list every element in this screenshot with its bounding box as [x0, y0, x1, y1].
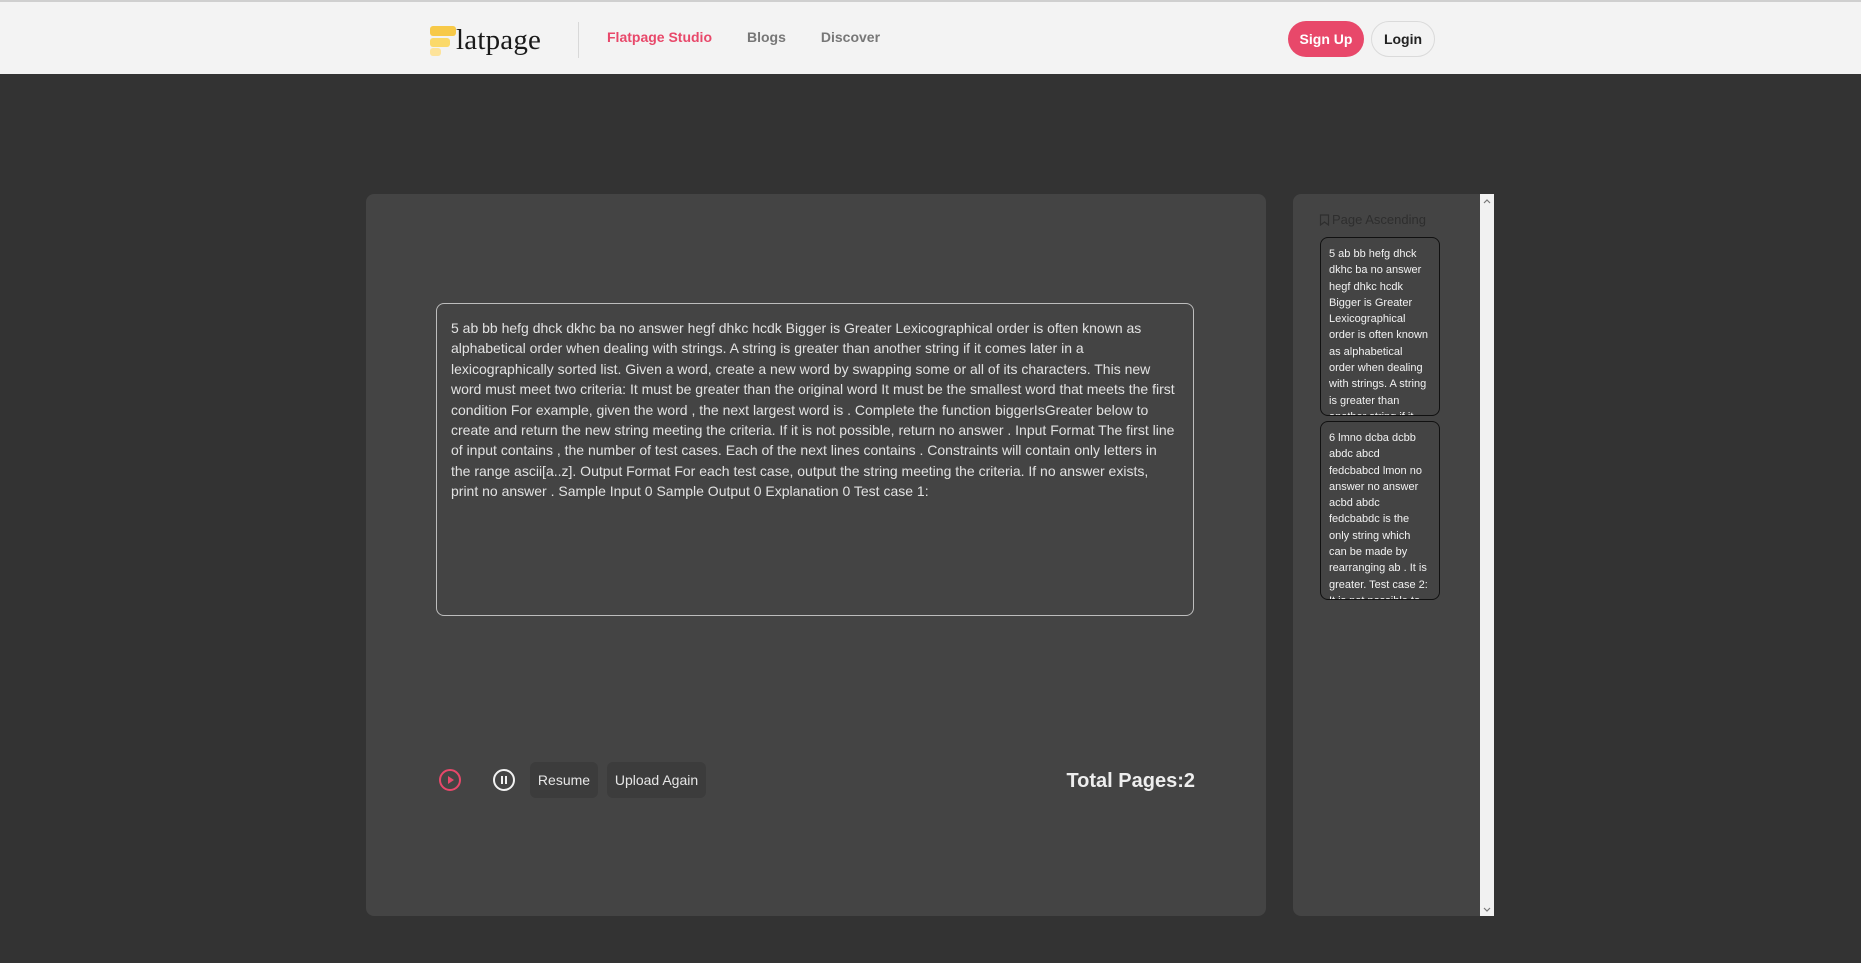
bookmark-icon — [1319, 213, 1330, 226]
login-button[interactable]: Login — [1371, 21, 1435, 57]
sort-label: Page Ascending — [1332, 212, 1426, 227]
pause-circle-icon — [493, 769, 515, 791]
nav-item-blogs[interactable]: Blogs — [747, 29, 786, 45]
sidebar-scrollbar[interactable] — [1480, 194, 1494, 916]
logo[interactable]: latpage — [428, 22, 541, 58]
sort-toggle[interactable]: Page Ascending — [1319, 212, 1426, 227]
scroll-up-icon[interactable] — [1480, 194, 1494, 208]
pause-button[interactable] — [486, 762, 522, 798]
main-nav: Flatpage Studio Blogs Discover — [607, 29, 880, 45]
nav-divider — [578, 22, 579, 58]
playback-controls: Resume Upload Again — [436, 762, 706, 798]
logo-mark-icon — [428, 24, 458, 56]
upload-again-button[interactable]: Upload Again — [607, 762, 706, 798]
page-sidebar: Page Ascending 5 ab bb hefg dhck dkhc ba… — [1293, 194, 1480, 916]
reader-panel: 5 ab bb hefg dhck dkhc ba no answer hegf… — [366, 194, 1266, 916]
scroll-down-icon[interactable] — [1480, 902, 1494, 916]
page-thumbnail-1[interactable]: 5 ab bb hefg dhck dkhc ba no answer hegf… — [1320, 237, 1440, 416]
nav-item-flatpage-studio[interactable]: Flatpage Studio — [607, 29, 712, 45]
page-text-area[interactable]: 5 ab bb hefg dhck dkhc ba no answer hegf… — [436, 303, 1194, 616]
play-circle-icon — [439, 769, 461, 791]
top-header: latpage Flatpage Studio Blogs Discover S… — [0, 0, 1861, 74]
sign-up-button[interactable]: Sign Up — [1288, 21, 1364, 57]
resume-button[interactable]: Resume — [530, 762, 598, 798]
play-button[interactable] — [432, 762, 468, 798]
total-pages-label: Total Pages:2 — [1066, 770, 1195, 792]
logo-text: latpage — [456, 23, 542, 56]
nav-item-discover[interactable]: Discover — [821, 29, 880, 45]
page-thumbnail-2[interactable]: 6 lmno dcba dcbb abdc abcd fedcbabcd lmo… — [1320, 421, 1440, 600]
